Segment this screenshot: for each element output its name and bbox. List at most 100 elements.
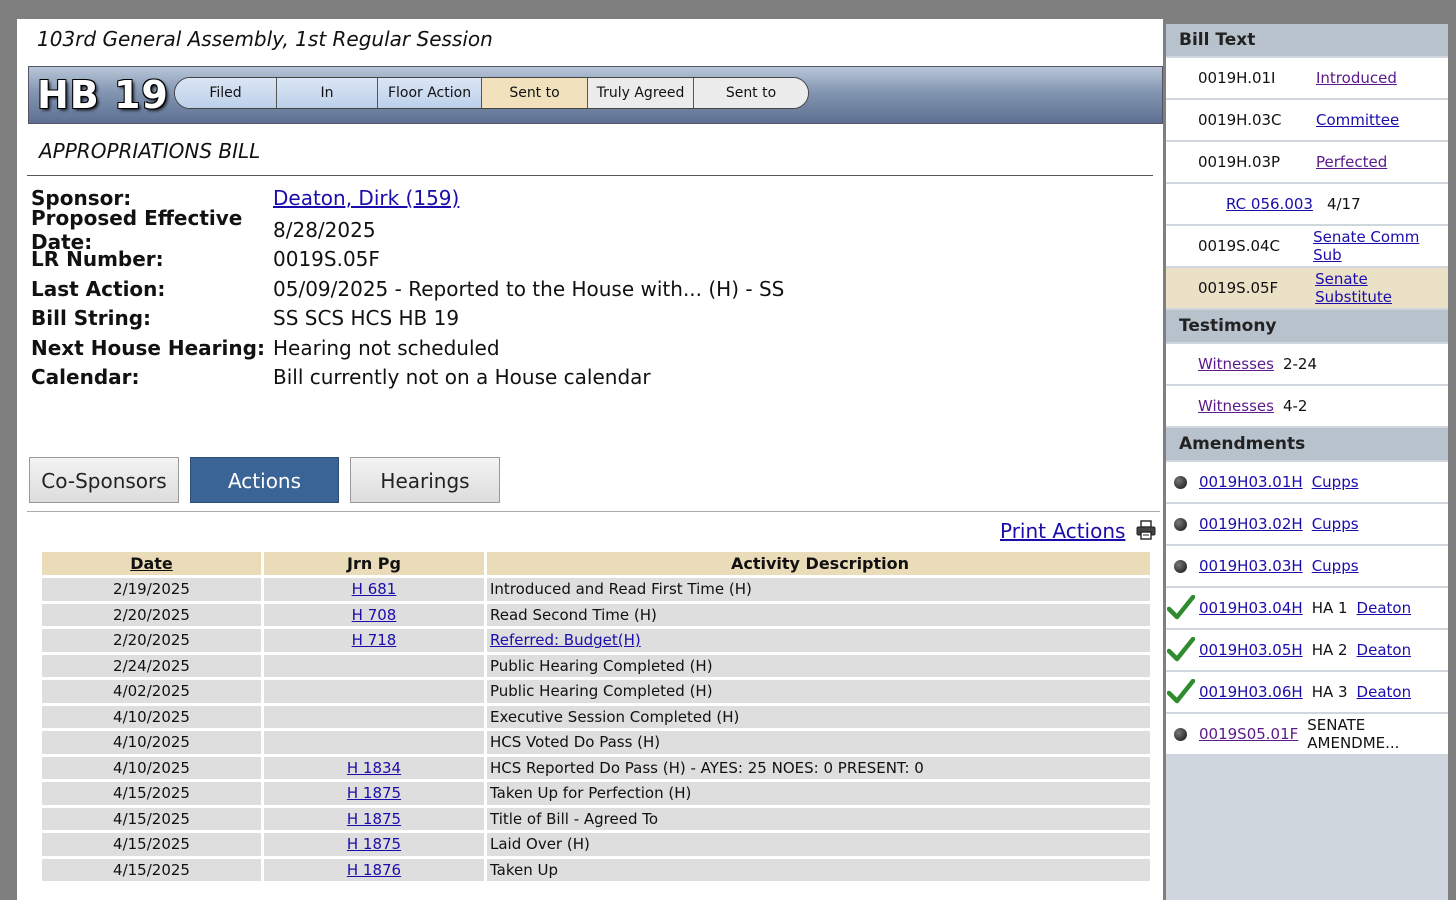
tab-actions[interactable]: Actions (190, 457, 339, 503)
checkmark-icon (1167, 637, 1195, 662)
table-row: 2/20/2025 H 708 Read Second Time (H) (42, 603, 1150, 626)
action-description: Title of Bill - Agreed To (487, 807, 1150, 830)
session-title: 103rd General Assembly, 1st Regular Sess… (37, 27, 493, 51)
journal-page-link[interactable]: H 1875 (347, 784, 401, 802)
next-hearing-value: Hearing not scheduled (273, 335, 500, 360)
bill-text-link-perfected[interactable]: Perfected (1316, 153, 1387, 171)
bill-text-link-committee[interactable]: Committee (1316, 111, 1399, 129)
action-description: Read Second Time (H) (487, 603, 1150, 626)
main-panel: 103rd General Assembly, 1st Regular Sess… (17, 19, 1163, 900)
last-action-value: 05/09/2025 - Reported to the House with.… (273, 276, 785, 301)
stage-sent-to-senate: Sent to Senate (481, 78, 587, 108)
printer-icon[interactable] (1136, 520, 1156, 540)
journal-page (264, 731, 484, 754)
journal-page-link[interactable]: H 1875 (347, 810, 401, 828)
divider (27, 175, 1153, 176)
action-date: 2/20/2025 (42, 629, 261, 652)
testimony-item: Witnesses 2-24 (1166, 344, 1448, 384)
amendment-sponsor-link[interactable]: Deaton (1357, 683, 1412, 701)
description-column-header: Activity Description (487, 552, 1150, 575)
amendment-sponsor-link[interactable]: Cupps (1312, 473, 1359, 491)
roll-call-item: RC 056.003 4/17 (1166, 184, 1448, 224)
stage-sent-to-governor: Sent to Governor (693, 78, 808, 108)
journal-page-link[interactable]: H 718 (352, 631, 397, 649)
testimony-header: Testimony (1166, 310, 1448, 342)
tab-co-sponsors[interactable]: Co-Sponsors (29, 457, 179, 503)
journal-page-link[interactable]: H 1834 (347, 759, 401, 777)
roll-call-link[interactable]: RC 056.003 (1166, 195, 1313, 213)
sponsor-link[interactable]: Deaton, Dirk (159) (273, 186, 459, 210)
action-date: 2/20/2025 (42, 603, 261, 626)
amendment-link[interactable]: 0019H03.04H (1199, 599, 1303, 617)
bill-text-item: 0019H.03C Committee (1166, 100, 1448, 140)
amendment-link[interactable]: 0019S05.01F (1199, 725, 1298, 743)
actions-table: Date Jrn Pg Activity Description 2/19/20… (39, 549, 1153, 884)
table-row: 4/10/2025 Executive Session Completed (H… (42, 705, 1150, 728)
bill-info: Sponsor: Deaton, Dirk (159) Proposed Eff… (31, 181, 784, 392)
journal-page-link[interactable]: H 681 (352, 580, 397, 598)
amendment-link[interactable]: 0019H03.01H (1199, 473, 1303, 491)
journal-page (264, 654, 484, 677)
bill-text-code: 0019H.01I (1198, 69, 1276, 87)
calendar-value: Bill currently not on a House calendar (273, 365, 651, 390)
amendment-item: 0019H03.02H Cupps (1166, 504, 1448, 544)
amendment-sponsor-link[interactable]: Deaton (1357, 641, 1412, 659)
effective-date-value: 8/28/2025 (273, 217, 376, 242)
action-description: Taken Up (487, 858, 1150, 881)
amendment-item: 0019H03.06H HA 3 Deaton (1166, 672, 1448, 712)
tab-hearings[interactable]: Hearings (350, 457, 500, 503)
amendment-sponsor-link[interactable]: Cupps (1312, 557, 1359, 575)
amendment-ha-label: HA 3 (1311, 683, 1348, 701)
witnesses-link[interactable]: Witnesses (1198, 397, 1274, 415)
bill-string-value: SS SCS HCS HB 19 (273, 306, 460, 331)
journal-page (264, 680, 484, 703)
action-date: 4/15/2025 (42, 782, 261, 805)
bill-text-code: 0019S.05F (1198, 279, 1279, 297)
table-row: 4/15/2025 H 1875 Taken Up for Perfection… (42, 782, 1150, 805)
action-date: 4/15/2025 (42, 833, 261, 856)
amendment-link[interactable]: 0019H03.05H (1199, 641, 1303, 659)
date-column-header[interactable]: Date (42, 552, 261, 575)
action-date: 4/02/2025 (42, 680, 261, 703)
journal-page-link[interactable]: H 1876 (347, 861, 401, 879)
action-date: 2/19/2025 (42, 578, 261, 601)
journal-page-link[interactable]: H 708 (352, 606, 397, 624)
bill-progress: Filed In Committee Floor Action Sent to … (174, 77, 809, 109)
journal-page-link[interactable]: H 1875 (347, 835, 401, 853)
stage-truly-agreed: Truly Agreed (587, 78, 693, 108)
print-actions-link[interactable]: Print Actions (1000, 519, 1125, 543)
amendment-description: SENATE AMENDME... (1307, 716, 1400, 752)
bill-text-link-introduced[interactable]: Introduced (1316, 69, 1397, 87)
amendment-sponsor-link[interactable]: Cupps (1312, 515, 1359, 533)
bill-text-link-senate-substitute[interactable]: Senate Substitute (1315, 270, 1448, 306)
referral-link[interactable]: Referred: Budget(H) (490, 631, 641, 649)
amendment-sponsor-link[interactable]: Deaton (1357, 599, 1412, 617)
amendment-item: 0019S05.01F SENATE AMENDME... (1166, 714, 1448, 754)
bullet-icon (1174, 517, 1187, 531)
action-description: Public Hearing Completed (H) (487, 654, 1150, 677)
action-description: Taken Up for Perfection (H) (487, 782, 1150, 805)
bill-text-code: 0019S.04C (1198, 237, 1281, 255)
amendment-link[interactable]: 0019H03.03H (1199, 557, 1303, 575)
lr-number-label: LR Number: (31, 247, 164, 272)
action-description: Laid Over (H) (487, 833, 1150, 856)
table-row: 2/24/2025 Public Hearing Completed (H) (42, 654, 1150, 677)
amendment-link[interactable]: 0019H03.06H (1199, 683, 1303, 701)
amendment-link[interactable]: 0019H03.02H (1199, 515, 1303, 533)
checkmark-icon (1167, 679, 1195, 704)
amendment-item: 0019H03.01H Cupps (1166, 462, 1448, 502)
action-description: Public Hearing Completed (H) (487, 680, 1150, 703)
stage-in-committee: In Committee (276, 78, 377, 108)
amendment-ha-label: HA 1 (1311, 599, 1348, 617)
date-sort-link[interactable]: Date (130, 554, 173, 573)
action-date: 4/10/2025 (42, 756, 261, 779)
bill-string-label: Bill String: (31, 306, 152, 331)
table-row: 4/10/2025 H 1834 HCS Reported Do Pass (H… (42, 756, 1150, 779)
testimony-date: 4-2 (1282, 397, 1308, 415)
testimony-date: 2-24 (1282, 355, 1318, 373)
bill-text-link-senate-comm-sub[interactable]: Senate Comm Sub (1313, 228, 1448, 264)
witnesses-link[interactable]: Witnesses (1198, 355, 1274, 373)
action-date: 4/15/2025 (42, 807, 261, 830)
bill-text-code: 0019H.03C (1198, 111, 1282, 129)
action-description: Executive Session Completed (H) (487, 705, 1150, 728)
